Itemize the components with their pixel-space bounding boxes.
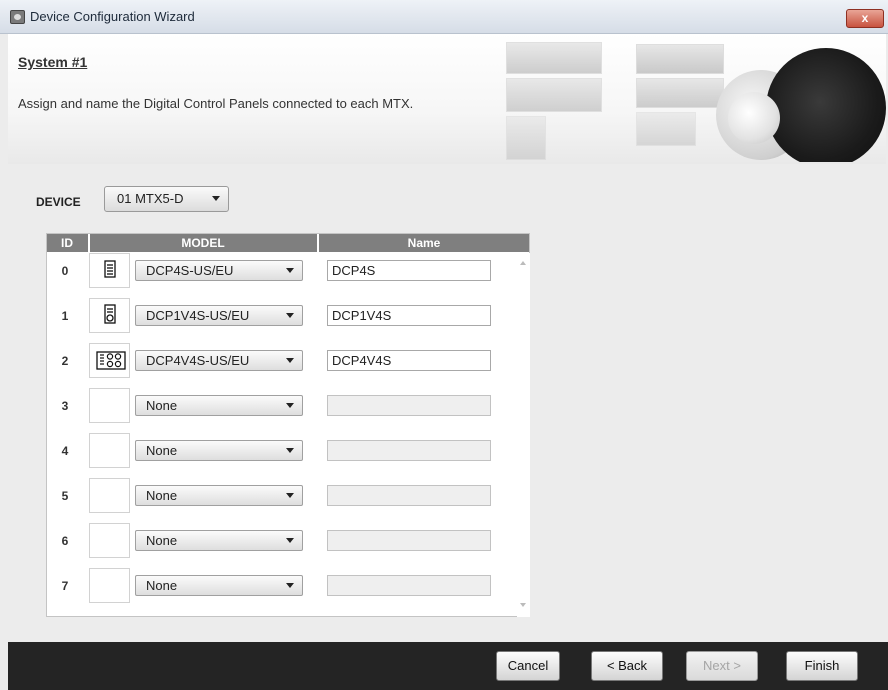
window-titlebar: Device Configuration Wizard x <box>0 0 888 34</box>
empty-icon-slot <box>89 433 130 468</box>
row-id: 2 <box>61 354 69 368</box>
finish-button[interactable]: Finish <box>786 651 858 681</box>
model-select-value: DCP1V4S-US/EU <box>146 308 250 323</box>
app-icon <box>10 10 25 24</box>
wizard-header-banner: System #1 Assign and name the Digital Co… <box>8 34 886 164</box>
instruction-text: Assign and name the Digital Control Pane… <box>18 96 414 111</box>
table-row: 1 DCP1V4S-US/EU DCP1V4S <box>47 298 517 334</box>
table-row: 7 None <box>47 568 517 604</box>
table-scrollbar[interactable] <box>517 253 530 617</box>
system-title: System #1 <box>18 54 88 70</box>
device-select[interactable]: 01 MTX5-D <box>104 186 229 212</box>
row-id: 1 <box>61 309 69 323</box>
model-select-value: DCP4V4S-US/EU <box>146 353 250 368</box>
empty-icon-slot <box>89 388 130 423</box>
next-button: Next > <box>686 651 758 681</box>
model-select[interactable]: None <box>135 575 303 596</box>
model-select[interactable]: None <box>135 530 303 551</box>
empty-icon-slot <box>89 478 130 513</box>
column-header-model: MODEL <box>181 236 225 250</box>
model-select[interactable]: DCP4V4S-US/EU <box>135 350 303 371</box>
chevron-down-icon <box>286 268 294 273</box>
name-input <box>327 395 491 416</box>
name-input <box>327 485 491 506</box>
name-input[interactable]: DCP1V4S <box>327 305 491 326</box>
cancel-button[interactable]: Cancel <box>496 651 560 681</box>
hardware-banner-image <box>466 38 886 162</box>
back-button[interactable]: < Back <box>591 651 663 681</box>
chevron-down-icon <box>286 583 294 588</box>
table-row: 2 DCP4V4S-US/EU DCP4V4S <box>47 343 517 379</box>
name-input <box>327 440 491 461</box>
row-id: 4 <box>61 444 69 458</box>
model-select[interactable]: DCP4S-US/EU <box>135 260 303 281</box>
device-label: DEVICE <box>36 195 81 209</box>
column-header-id: ID <box>61 236 73 250</box>
dcp-assignment-table: ID MODEL Name 0 DCP4S-US/EU DCP4S 1 DCP1… <box>46 233 530 617</box>
close-button[interactable]: x <box>846 9 884 28</box>
chevron-down-icon <box>286 538 294 543</box>
model-select-value: None <box>146 578 178 593</box>
name-input <box>327 530 491 551</box>
empty-icon-slot <box>89 523 130 558</box>
model-select-value: None <box>146 488 178 503</box>
device-select-value: 01 MTX5-D <box>117 191 184 206</box>
model-select[interactable]: None <box>135 485 303 506</box>
model-select-value: None <box>146 398 178 413</box>
name-input[interactable]: DCP4V4S <box>327 350 491 371</box>
row-id: 0 <box>61 264 69 278</box>
name-input <box>327 575 491 596</box>
scroll-up-arrow-icon[interactable] <box>520 261 526 265</box>
table-row: 4 None <box>47 433 517 469</box>
model-select-value: DCP4S-US/EU <box>146 263 234 278</box>
dcp4s-panel-icon <box>89 253 130 288</box>
chevron-down-icon <box>286 448 294 453</box>
row-id: 6 <box>61 534 69 548</box>
model-select[interactable]: None <box>135 440 303 461</box>
row-id: 5 <box>61 489 69 503</box>
name-input[interactable]: DCP4S <box>327 260 491 281</box>
wizard-button-bar: Cancel < Back Next > Finish <box>8 642 888 690</box>
table-row: 3 None <box>47 388 517 424</box>
window-title: Device Configuration Wizard <box>30 9 195 24</box>
model-select[interactable]: DCP1V4S-US/EU <box>135 305 303 326</box>
chevron-down-icon <box>286 493 294 498</box>
model-select-value: None <box>146 443 178 458</box>
chevron-down-icon <box>286 403 294 408</box>
chevron-down-icon <box>286 358 294 363</box>
model-select[interactable]: None <box>135 395 303 416</box>
table-row: 5 None <box>47 478 517 514</box>
model-select-value: None <box>146 533 178 548</box>
dcp4v4s-panel-icon <box>89 343 130 378</box>
empty-icon-slot <box>89 568 130 603</box>
table-header: ID MODEL Name <box>47 234 529 252</box>
chevron-down-icon <box>212 196 220 201</box>
table-row: 6 None <box>47 523 517 559</box>
column-header-name: Name <box>407 236 441 250</box>
table-row: 0 DCP4S-US/EU DCP4S <box>47 253 517 289</box>
dcp1v4s-panel-icon <box>89 298 130 333</box>
scroll-down-arrow-icon[interactable] <box>520 603 526 607</box>
row-id: 7 <box>61 579 69 593</box>
chevron-down-icon <box>286 313 294 318</box>
row-id: 3 <box>61 399 69 413</box>
